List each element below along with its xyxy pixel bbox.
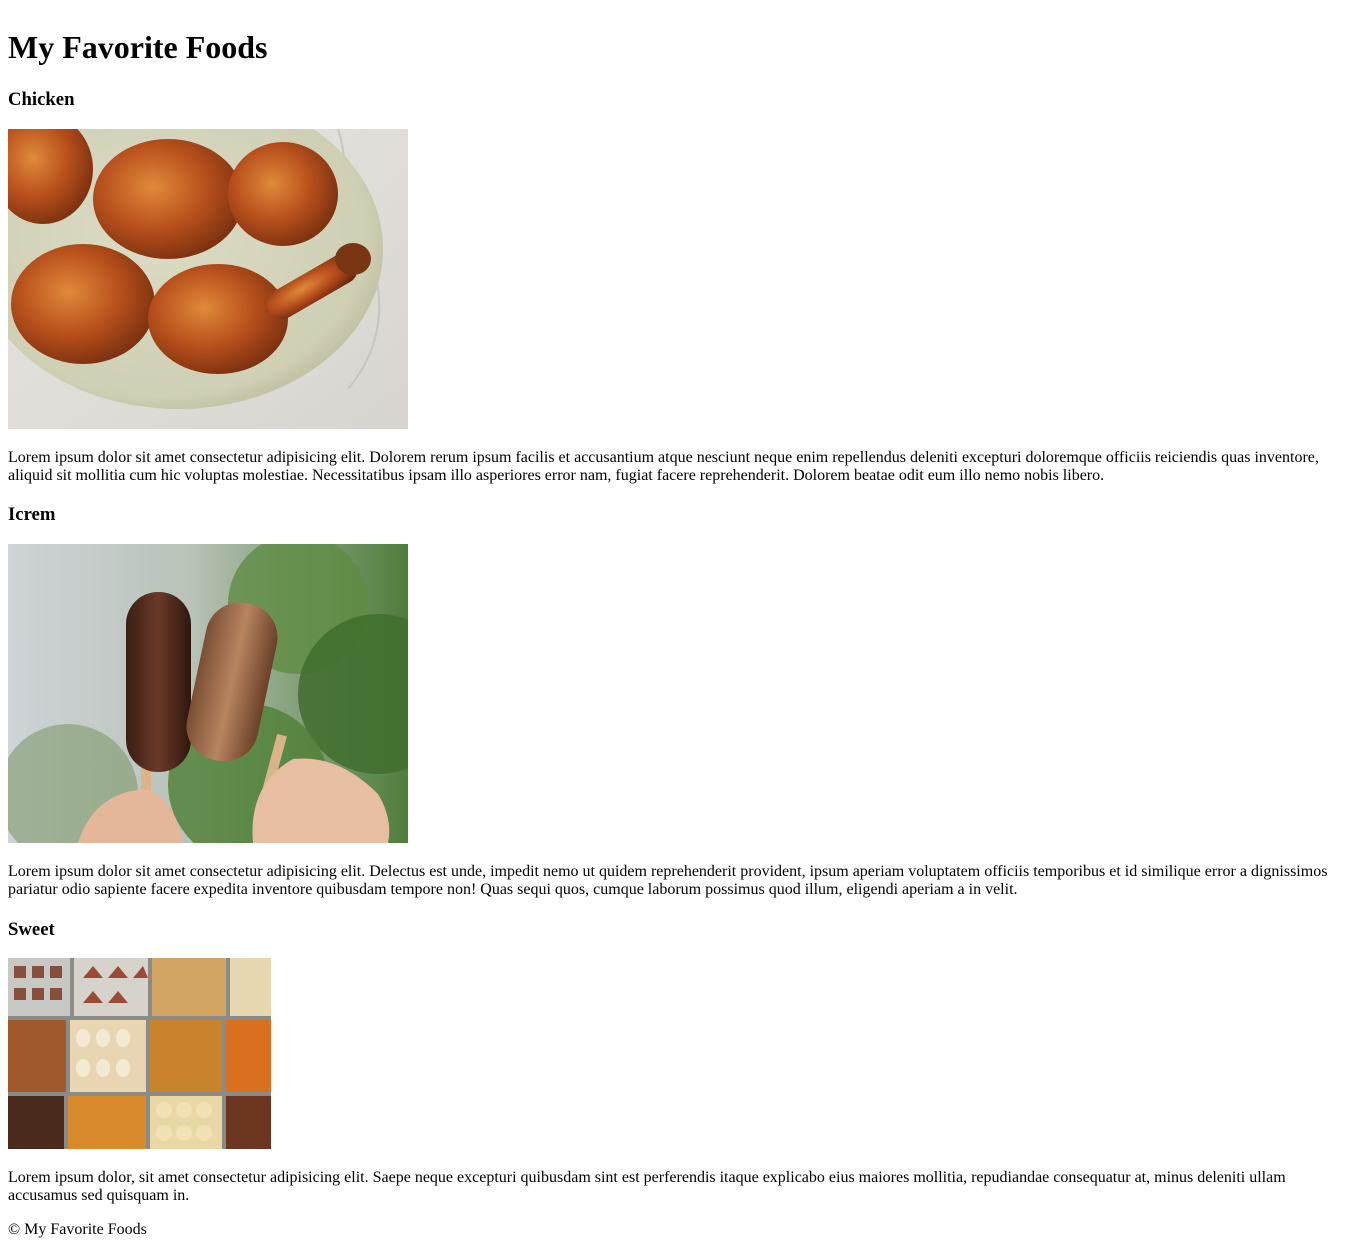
section-heading-sweet: Sweet [8,919,55,940]
sweets-trays-photo [8,958,271,1149]
fried-chicken-photo [8,129,408,429]
section-heading-icrem: Icrem [8,504,56,525]
section-text-sweet: Lorem ipsum dolor, sit amet consectetur … [8,1169,1286,1204]
section-text-icrem: Lorem ipsum dolor sit amet consectetur a… [8,863,1328,898]
ice-cream-bars-photo [8,544,408,843]
section-heading-chicken: Chicken [8,89,75,110]
footer-copyright: © My Favorite Foods [8,1221,147,1238]
section-text-chicken: Lorem ipsum dolor sit amet consectetur a… [8,449,1319,484]
sweet-trays [8,958,271,1149]
page-title: My Favorite Foods [8,29,268,65]
